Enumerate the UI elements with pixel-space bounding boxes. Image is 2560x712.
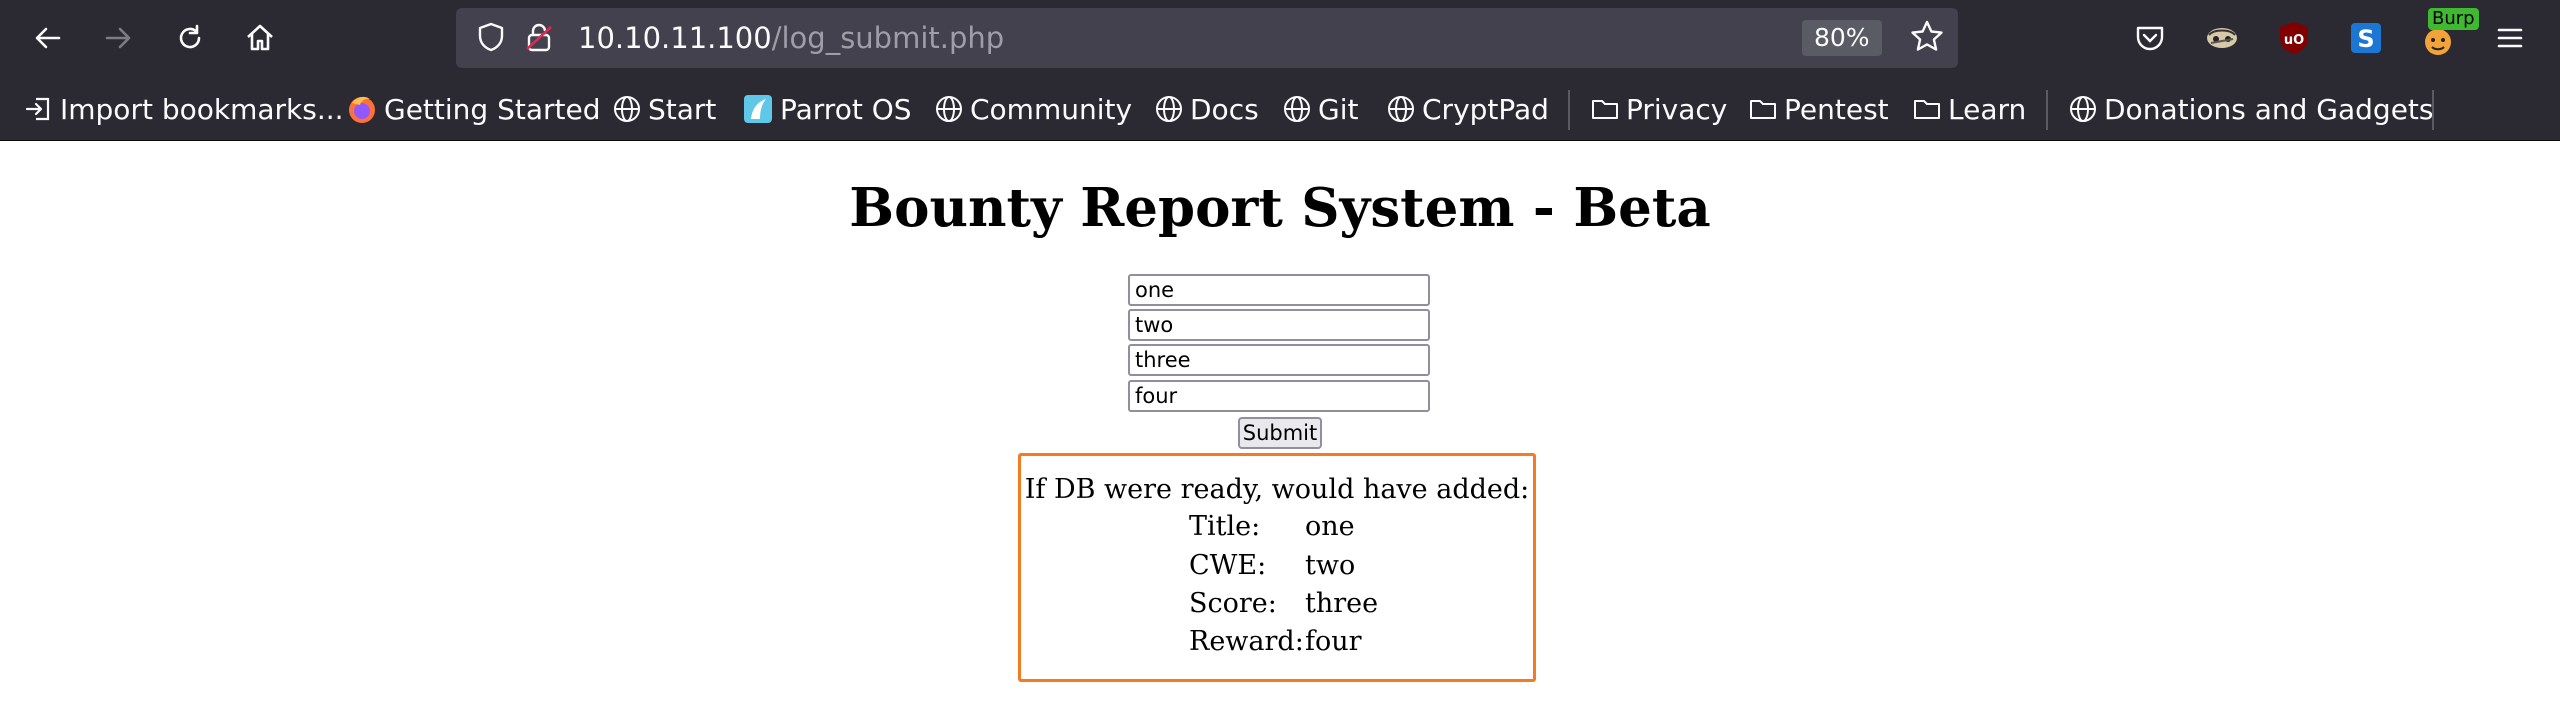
zoom-badge[interactable]: 80% [1802, 20, 1882, 56]
bookmark-getting-started[interactable]: Getting Started [346, 92, 600, 126]
pocket-icon[interactable] [2128, 16, 2172, 60]
firefox-icon [349, 96, 375, 123]
url-text[interactable]: 10.10.11.100/log_submit.php [578, 21, 1004, 55]
globe-icon [2070, 96, 2096, 122]
reload-icon[interactable] [168, 16, 212, 60]
navigation-toolbar: 10.10.11.100/log_submit.php 80% uO S Bur… [0, 0, 2560, 78]
bookmark-label: Start [648, 92, 717, 126]
bookmark-label: Import bookmarks... [60, 92, 344, 126]
result-value: one [1305, 511, 1355, 542]
bookmark-label: Git [1318, 92, 1359, 126]
import-icon [25, 97, 50, 121]
page-content: Bounty Report System - Beta one two thre… [0, 141, 2560, 712]
bookmark-label: CryptPad [1422, 92, 1549, 126]
bookmark-folder-pentest[interactable]: Pentest [1748, 92, 1889, 126]
bookmark-label: Docs [1190, 92, 1259, 126]
result-row-score: Score: three [1189, 588, 1378, 619]
svg-text:S: S [2357, 25, 2374, 53]
bookmark-separator [2432, 90, 2434, 130]
bookmark-donations[interactable]: Donations and Gadgets [2068, 92, 2434, 126]
globe-icon [936, 96, 962, 122]
url-bar[interactable]: 10.10.11.100/log_submit.php 80% [456, 8, 1958, 68]
bookmark-cryptpad[interactable]: CryptPad [1386, 92, 1549, 126]
globe-icon [614, 96, 640, 122]
menu-icon[interactable] [2488, 16, 2532, 60]
star-icon[interactable] [1908, 18, 1946, 60]
back-icon[interactable] [26, 16, 70, 60]
bookmark-label: Donations and Gadgets [2104, 92, 2434, 126]
bookmarks-toolbar: Import bookmarks... Getting Started Star… [0, 78, 2560, 140]
home-icon[interactable] [238, 16, 282, 60]
bookmark-folder-learn[interactable]: Learn [1912, 92, 2026, 126]
burp-icon[interactable]: Burp [2416, 8, 2479, 60]
submit-button[interactable]: Submit [1238, 417, 1322, 449]
reward-input[interactable]: four [1128, 380, 1430, 412]
result-row-title: Title: one [1189, 511, 1355, 542]
folder-icon [1592, 100, 1618, 119]
svg-text:uO: uO [2284, 33, 2304, 48]
result-row-reward: Reward:four [1189, 626, 1362, 657]
result-box: If DB were ready, would have added: Titl… [1018, 453, 1536, 682]
ublock-icon[interactable]: uO [2272, 16, 2316, 60]
browser-chrome: 10.10.11.100/log_submit.php 80% uO S Bur… [0, 0, 2560, 141]
bookmark-docs[interactable]: Docs [1154, 92, 1259, 126]
page-title: Bounty Report System - Beta [849, 177, 1711, 239]
score-input[interactable]: three [1128, 344, 1430, 376]
folder-icon [1750, 100, 1776, 119]
result-value: three [1305, 588, 1379, 619]
bookmark-folder-privacy[interactable]: Privacy [1590, 92, 1727, 126]
globe-icon [1156, 96, 1182, 122]
bookmark-label: Privacy [1626, 92, 1728, 126]
bookmark-start[interactable]: Start [612, 92, 716, 126]
burp-badge: Burp [2428, 8, 2479, 30]
result-row-cwe: CWE: two [1189, 550, 1355, 581]
folder-icon [1914, 100, 1940, 119]
bookmark-separator [2046, 90, 2048, 130]
bookmark-community[interactable]: Community [934, 92, 1132, 126]
bookmark-separator [1568, 90, 1570, 130]
url-path: /log_submit.php [771, 21, 1005, 55]
result-value: four [1305, 626, 1362, 657]
bookmark-import[interactable]: Import bookmarks... [24, 92, 344, 126]
forward-icon[interactable] [96, 16, 140, 60]
globe-icon [1388, 96, 1414, 122]
bookmark-git[interactable]: Git [1282, 92, 1358, 126]
result-value: two [1305, 550, 1356, 581]
parrot-icon [744, 95, 772, 123]
bookmark-label: Parrot OS [780, 92, 912, 126]
lock-icon[interactable] [522, 20, 556, 58]
bookmark-label: Pentest [1784, 92, 1889, 126]
shield-icon[interactable] [474, 20, 508, 58]
bookmark-label: Community [970, 92, 1133, 126]
globe-icon [1284, 96, 1310, 122]
bookmark-label: Getting Started [384, 92, 601, 126]
cwe-input[interactable]: two [1128, 309, 1430, 341]
stylus-icon[interactable]: S [2344, 16, 2388, 60]
extension-icon[interactable] [2200, 16, 2244, 60]
title-input[interactable]: one [1128, 274, 1430, 306]
url-host: 10.10.11.100 [578, 21, 772, 55]
result-key: Title: [1189, 511, 1261, 542]
result-key: CWE: [1189, 550, 1267, 581]
bookmark-parrot-os[interactable]: Parrot OS [742, 92, 912, 126]
result-key: Score: [1189, 588, 1277, 619]
result-header: If DB were ready, would have added: [1024, 474, 1530, 505]
result-key: Reward: [1189, 626, 1304, 657]
bookmark-label: Learn [1948, 92, 2027, 126]
